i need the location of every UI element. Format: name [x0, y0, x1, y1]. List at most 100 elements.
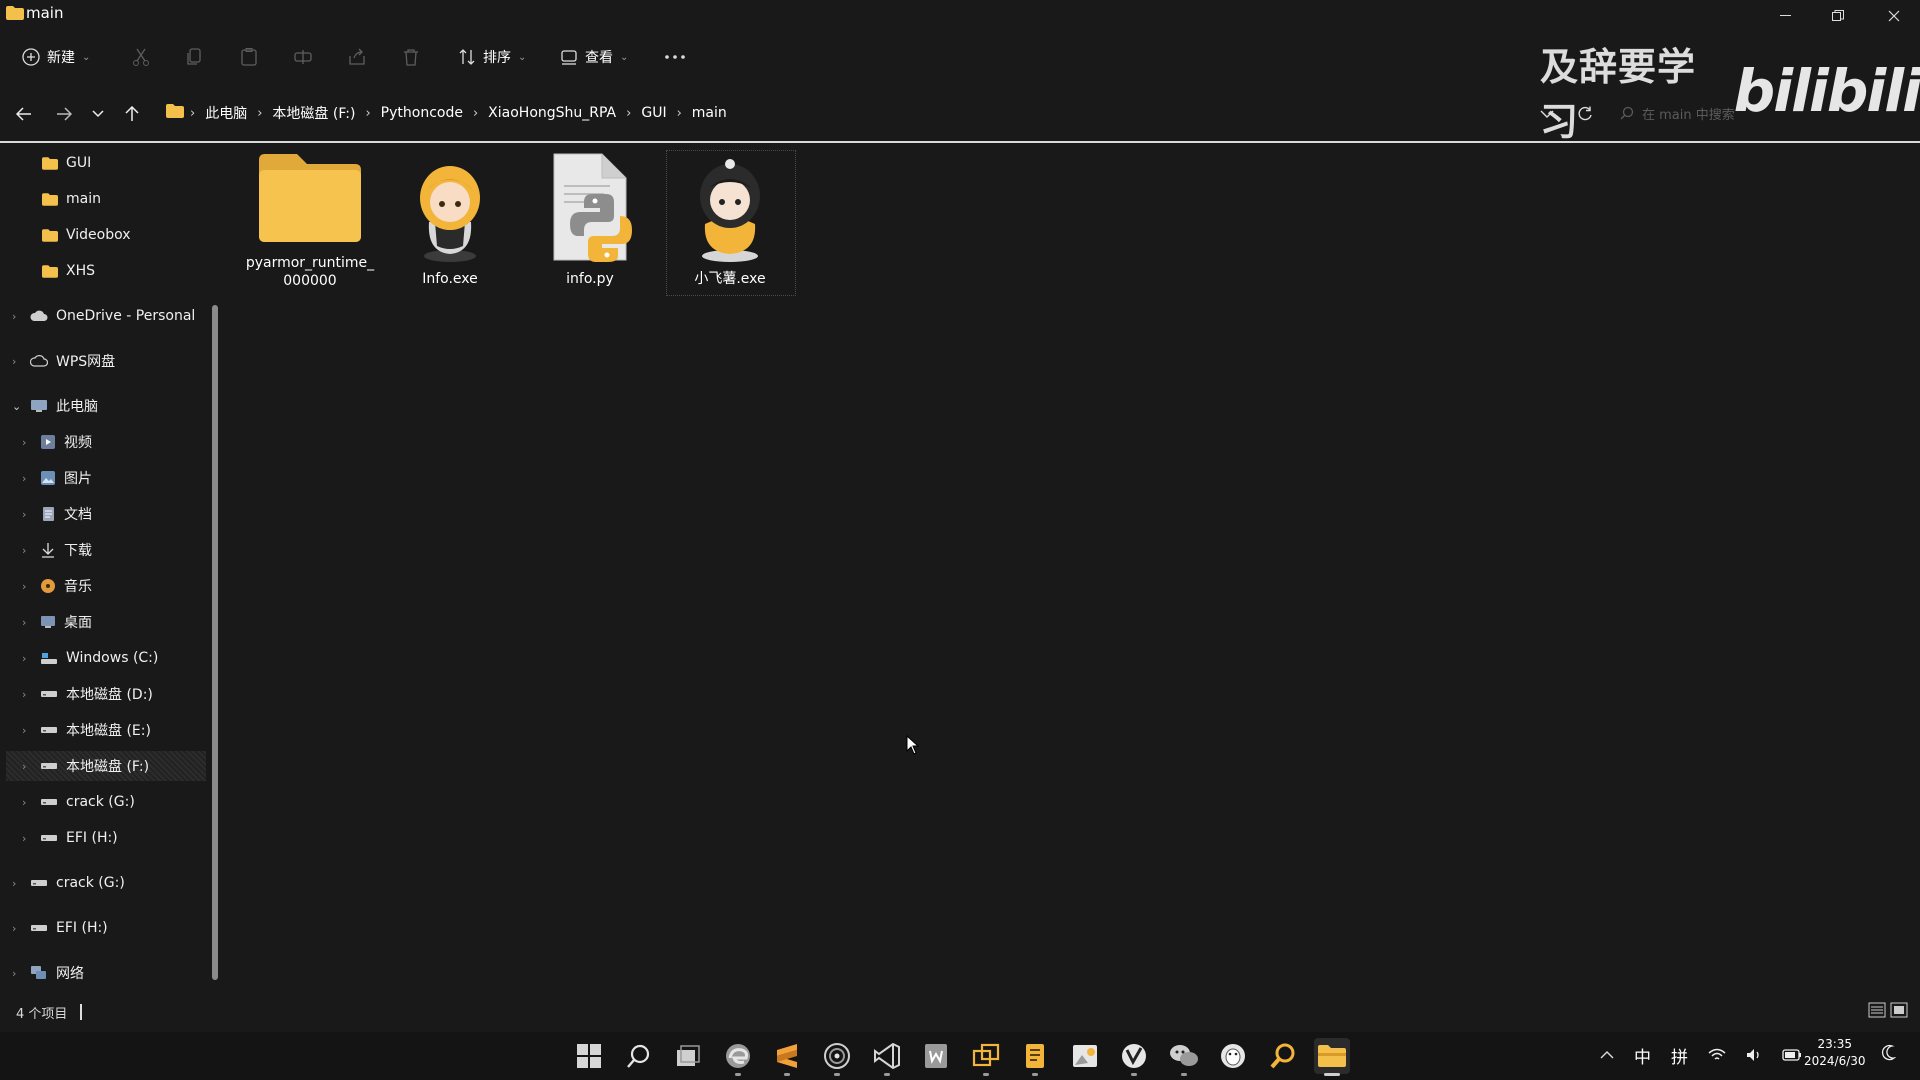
show-hidden-icons-button[interactable] — [1600, 1051, 1614, 1059]
clock-time: 23:35 — [1817, 1037, 1853, 1051]
sidebar-item-wps[interactable]: › WPS网盘 — [12, 346, 115, 376]
anime-girl-icon — [685, 152, 775, 264]
taskbar-word[interactable] — [918, 1038, 954, 1074]
rename-button[interactable] — [294, 45, 312, 69]
sidebar-item-this-pc[interactable]: ⌄ 此电脑 — [12, 391, 98, 421]
running-indicator — [834, 1073, 840, 1076]
file-item-info-py[interactable]: info.py — [520, 152, 660, 288]
windows-logo-icon — [576, 1043, 602, 1069]
breadcrumb-item[interactable]: XiaoHongShu_RPA — [488, 105, 616, 121]
restore-button[interactable] — [1812, 0, 1864, 32]
file-item-info-exe[interactable]: Info.exe — [380, 152, 520, 288]
taskbar-notes[interactable] — [1017, 1038, 1053, 1076]
sidebar-item-drive-d[interactable]: › 本地磁盘 (D:) — [22, 679, 153, 709]
taskbar-photos[interactable] — [1067, 1038, 1103, 1074]
taskbar-qq[interactable] — [1215, 1038, 1251, 1074]
search-box[interactable]: 在 main 中搜索 — [1620, 100, 1900, 126]
sidebar-item-gui[interactable]: GUI — [42, 148, 91, 178]
sidebar-item-documents[interactable]: › 文档 — [22, 499, 92, 529]
up-button[interactable] — [118, 100, 146, 128]
clock[interactable]: 23:35 2024/6/30 — [1804, 1036, 1866, 1070]
taskbar-remote[interactable] — [968, 1038, 1004, 1076]
sidebar-item-drive-c[interactable]: › Windows (C:) — [22, 643, 158, 673]
sidebar-item-videobox[interactable]: Videobox — [42, 220, 131, 250]
taskbar-vscode[interactable] — [869, 1038, 905, 1076]
large-icons-view-button[interactable] — [1890, 1002, 1908, 1018]
taskbar-vivaldi[interactable] — [1116, 1038, 1152, 1076]
sidebar-item-label: crack (G:) — [56, 875, 125, 891]
taskbar-sublime[interactable] — [769, 1038, 805, 1076]
vscode-icon — [873, 1042, 901, 1070]
sidebar-item-drive-f[interactable]: › 本地磁盘 (F:) — [6, 751, 206, 781]
taskbar-wechat[interactable] — [1166, 1038, 1202, 1076]
sidebar-item-drive-g[interactable]: › crack (G:) — [22, 787, 135, 817]
sidebar-item-label: EFI (H:) — [56, 920, 108, 936]
folder-icon — [42, 156, 58, 170]
paste-button[interactable] — [240, 45, 258, 69]
sidebar-item-drive-e[interactable]: › 本地磁盘 (E:) — [22, 715, 151, 745]
sidebar-item-xhs[interactable]: XHS — [42, 256, 95, 286]
navigation-pane — [0, 143, 220, 993]
sidebar-item-label: 图片 — [64, 471, 92, 487]
ime-mode-indicator[interactable]: 拼 — [1671, 1043, 1688, 1068]
task-view-button[interactable] — [670, 1038, 706, 1074]
breadcrumb-item[interactable]: 本地磁盘 (F:) — [272, 103, 355, 123]
start-button[interactable] — [571, 1038, 607, 1074]
running-indicator — [784, 1073, 790, 1076]
cut-button[interactable] — [132, 45, 150, 69]
chevron-right-icon: › — [22, 687, 27, 701]
sidebar-item-music[interactable]: › 音乐 — [22, 571, 92, 601]
volume-icon[interactable] — [1746, 1048, 1762, 1062]
sidebar-item-efi-root[interactable]: › EFI (H:) — [12, 913, 108, 943]
chevron-right-icon: › — [22, 471, 27, 485]
notification-button[interactable] — [1880, 1044, 1896, 1062]
sort-button[interactable]: 排序 ⌄ — [458, 45, 526, 69]
more-options-button[interactable] — [664, 45, 686, 69]
sidebar-item-videos[interactable]: › 视频 — [22, 427, 92, 457]
sidebar-item-onedrive[interactable]: › OneDrive - Personal — [12, 301, 195, 331]
forward-button[interactable] — [50, 100, 78, 128]
minimize-button[interactable] — [1760, 0, 1812, 32]
view-button[interactable]: 查看 ⌄ — [560, 45, 628, 69]
taskbar-file-explorer[interactable] — [1314, 1038, 1350, 1076]
back-button[interactable] — [10, 100, 38, 128]
taskbar-search-button[interactable] — [621, 1038, 657, 1074]
share-button[interactable] — [348, 45, 366, 69]
sidebar-item-network[interactable]: › 网络 — [12, 958, 84, 988]
wifi-icon[interactable] — [1708, 1048, 1726, 1062]
chevron-down-icon — [1540, 110, 1554, 118]
file-item-pyarmor-runtime[interactable]: pyarmor_runtime_000000 — [240, 152, 380, 290]
refresh-button[interactable] — [1571, 100, 1599, 128]
drive-icon — [30, 878, 48, 888]
taskbar-terminal[interactable] — [819, 1038, 855, 1076]
sidebar-item-main[interactable]: main — [42, 184, 101, 214]
sidebar-item-pictures[interactable]: › 图片 — [22, 463, 92, 493]
breadcrumb-item[interactable]: GUI — [641, 105, 666, 121]
sidebar-item-desktop[interactable]: › 桌面 — [22, 607, 92, 637]
sidebar-item-downloads[interactable]: › 下载 — [22, 535, 92, 565]
sidebar-scrollbar[interactable] — [212, 305, 218, 980]
close-button[interactable] — [1868, 0, 1920, 32]
ime-language-indicator[interactable]: 中 — [1634, 1043, 1651, 1068]
drive-icon — [40, 689, 58, 699]
more-icon — [664, 54, 686, 60]
sidebar-item-crack-root[interactable]: › crack (G:) — [12, 868, 125, 898]
notebook-icon — [1023, 1042, 1047, 1070]
recent-locations-button[interactable] — [84, 100, 112, 128]
copy-button[interactable] — [186, 45, 204, 69]
taskbar-everything[interactable] — [1265, 1038, 1301, 1074]
address-history-button[interactable] — [1533, 100, 1561, 128]
search-input[interactable]: 在 main 中搜索 — [1642, 104, 1735, 123]
breadcrumb-item[interactable]: 此电脑 — [205, 103, 247, 123]
music-icon — [40, 578, 56, 594]
file-item-xiaofeishu-exe[interactable]: 小飞薯.exe — [660, 152, 800, 288]
new-button[interactable]: 新建 ⌄ — [22, 45, 90, 69]
sidebar-item-drive-h[interactable]: › EFI (H:) — [22, 823, 118, 853]
python-file-icon — [540, 152, 640, 264]
details-view-button[interactable] — [1868, 1002, 1886, 1018]
battery-icon[interactable] — [1782, 1049, 1802, 1061]
taskbar-edge[interactable] — [720, 1038, 756, 1076]
delete-button[interactable] — [402, 45, 420, 69]
breadcrumb-item[interactable]: Pythoncode — [381, 105, 463, 121]
breadcrumb-item[interactable]: main — [692, 105, 727, 121]
